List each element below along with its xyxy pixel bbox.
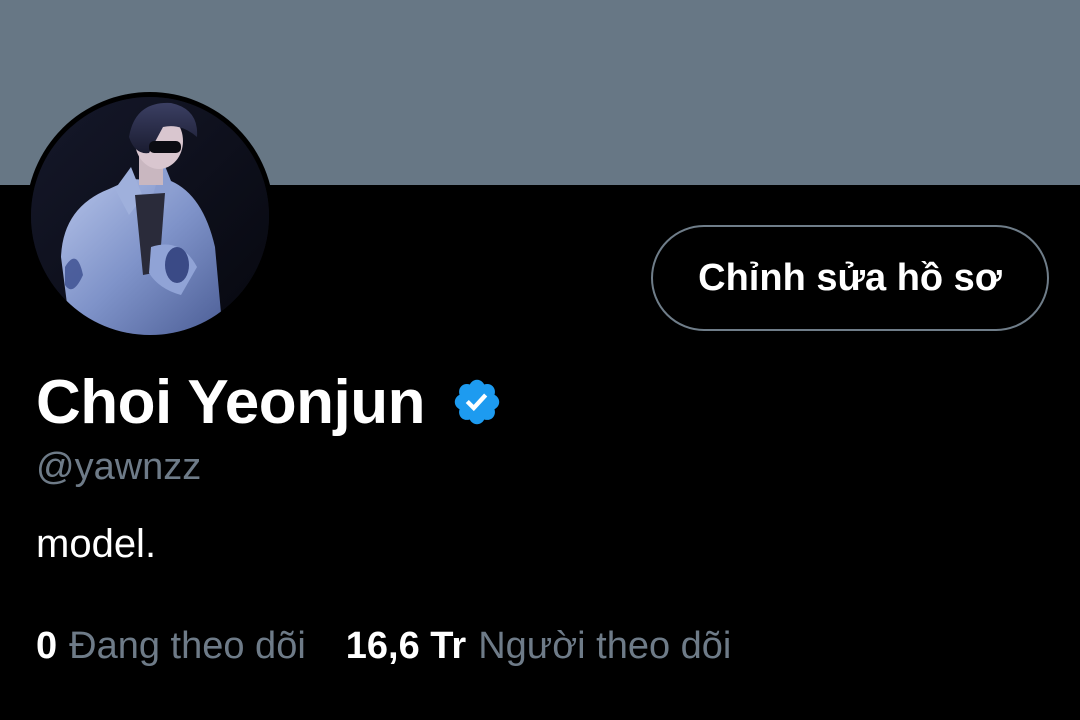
avatar[interactable]: [31, 97, 269, 335]
avatar-photo: [31, 97, 269, 335]
followers-stat[interactable]: 16,6 Tr Người theo dõi: [346, 625, 732, 668]
name-row: Choi Yeonjun: [36, 362, 503, 442]
verified-badge-icon[interactable]: [451, 376, 503, 428]
following-stat[interactable]: 0 Đang theo dõi: [36, 625, 306, 668]
user-handle: @yawnzz: [36, 446, 202, 488]
following-label: Đang theo dõi: [69, 624, 306, 667]
followers-count: 16,6 Tr: [345, 624, 467, 667]
profile-bio: model.: [36, 522, 157, 566]
followers-label: Người theo dõi: [478, 624, 732, 667]
profile-page: Chỉnh sửa hồ sơ Choi Yeonjun @yawnzz mod…: [0, 0, 1080, 720]
edit-profile-button[interactable]: Chỉnh sửa hồ sơ: [651, 225, 1049, 331]
display-name: Choi Yeonjun: [36, 367, 425, 437]
follow-stats: 0 Đang theo dõi 16,6 Tr Người theo dõi: [36, 620, 731, 672]
following-count: 0: [36, 624, 58, 667]
